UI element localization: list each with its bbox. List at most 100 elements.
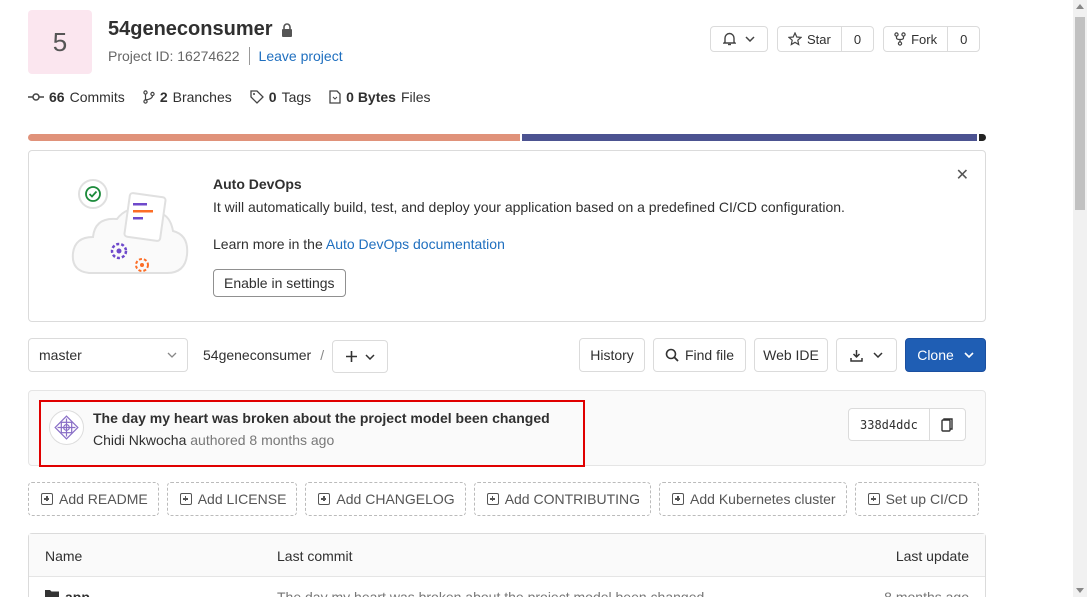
language-segment-1 [28, 134, 520, 141]
files-stat[interactable]: 0 Bytes Files [329, 89, 431, 105]
add-contributing-button[interactable]: Add CONTRIBUTING [473, 482, 652, 516]
commit-icon [28, 93, 44, 101]
lock-icon [281, 22, 292, 37]
fork-label: Fork [911, 31, 938, 47]
meta-divider [248, 47, 250, 65]
setup-cicd-button[interactable]: Set up CI/CD [854, 482, 980, 516]
web-ide-label: Web IDE [763, 347, 819, 363]
add-contributing-label: Add CONTRIBUTING [504, 491, 641, 507]
tags-label: Tags [281, 89, 312, 105]
file-last-commit[interactable]: The day my heart was broken about the pr… [277, 589, 704, 597]
add-kubernetes-label: Add Kubernetes cluster [690, 491, 836, 507]
tag-icon [250, 90, 264, 104]
notification-dropdown[interactable] [710, 26, 768, 52]
project-avatar-letter: 5 [52, 26, 68, 57]
file-table: Name Last commit Last update app The day… [28, 533, 986, 597]
breadcrumb-project[interactable]: 54geneconsumer [203, 347, 311, 363]
plus-square-icon [486, 493, 499, 505]
fork-button[interactable]: Fork 0 [883, 26, 981, 52]
plus-square-icon [41, 493, 53, 505]
find-file-button[interactable]: Find file [653, 338, 746, 372]
page-scrollbar[interactable] [1073, 0, 1087, 597]
chevron-down-icon [873, 352, 883, 358]
star-label: Star [807, 31, 831, 47]
chevron-down-icon [964, 352, 974, 358]
auto-devops-description: It will automatically build, test, and d… [213, 199, 845, 215]
plus-square-icon [318, 493, 331, 505]
language-segment-3 [979, 134, 986, 141]
setup-cicd-label: Set up CI/CD [885, 491, 969, 507]
scroll-down-arrow-icon[interactable] [1076, 588, 1084, 593]
plus-square-icon [179, 493, 192, 505]
files-size: 0 Bytes [346, 89, 396, 105]
language-bar[interactable] [28, 134, 986, 141]
tags-count: 0 [268, 89, 277, 105]
star-button[interactable]: Star 0 [777, 26, 875, 52]
table-header: Name Last commit Last update [29, 534, 985, 577]
column-last-update: Last update [895, 548, 969, 564]
auto-devops-docs-link[interactable]: Auto DevOps documentation [326, 236, 505, 252]
enable-in-settings-button[interactable]: Enable in settings [213, 269, 346, 297]
scrollbar-thumb[interactable] [1075, 17, 1085, 210]
project-title: 54geneconsumer [108, 18, 293, 41]
auto-devops-title: Auto DevOps [213, 176, 302, 192]
add-changelog-button[interactable]: Add CHANGELOG [305, 482, 466, 516]
column-last-commit: Last commit [277, 548, 353, 564]
breadcrumb: 54geneconsumer / [203, 347, 324, 363]
plus-square-icon [672, 493, 685, 505]
plus-icon [345, 351, 357, 362]
tags-stat[interactable]: 0 Tags [250, 89, 311, 105]
project-stats: 66 Commits 2 Branches 0 Tags 0 Bytes Fil… [28, 89, 431, 105]
fork-icon [894, 32, 906, 46]
clone-label: Clone [917, 347, 954, 363]
branch-icon [143, 90, 155, 104]
project-meta: Project ID: 16274622 Leave project [108, 47, 343, 65]
commits-count: 66 [49, 89, 65, 105]
language-segment-2 [522, 134, 977, 141]
web-ide-button[interactable]: Web IDE [754, 338, 828, 372]
project-id: Project ID: 16274622 [108, 48, 240, 64]
file-name[interactable]: app [65, 589, 90, 597]
fork-count[interactable]: 0 [947, 27, 979, 51]
commits-stat[interactable]: 66 Commits [28, 89, 125, 105]
file-icon [329, 90, 341, 104]
commit-sha[interactable]: 338d4ddc [849, 409, 929, 440]
add-files-bar: Add README Add LICENSE Add CHANGELOG Add… [28, 482, 980, 516]
search-icon [665, 348, 679, 362]
files-label: Files [400, 89, 431, 105]
add-kubernetes-button[interactable]: Add Kubernetes cluster [659, 482, 847, 516]
header-actions: Star 0 Fork 0 [710, 26, 981, 52]
add-file-dropdown[interactable] [332, 340, 388, 373]
file-last-update: 8 months ago [884, 589, 969, 597]
close-icon[interactable]: ✕ [956, 165, 969, 185]
bell-icon [723, 32, 736, 46]
project-avatar[interactable]: 5 [28, 10, 92, 74]
history-label: History [590, 347, 634, 363]
star-count[interactable]: 0 [840, 27, 873, 51]
project-name: 54geneconsumer [108, 18, 273, 40]
add-license-label: Add LICENSE [197, 491, 287, 507]
branch-name: master [39, 347, 82, 363]
history-button[interactable]: History [579, 338, 645, 372]
auto-devops-learn-more: Learn more in the Auto DevOps documentat… [213, 236, 505, 252]
chevron-down-icon [167, 352, 177, 358]
add-readme-button[interactable]: Add README [28, 482, 159, 516]
chevron-down-icon [745, 36, 755, 42]
branches-label: Branches [172, 89, 232, 105]
breadcrumb-separator: / [320, 347, 325, 363]
branches-stat[interactable]: 2 Branches [143, 89, 232, 105]
column-name: Name [45, 548, 83, 564]
download-icon [850, 349, 863, 362]
clone-button[interactable]: Clone [905, 338, 986, 372]
find-file-label: Find file [684, 347, 735, 363]
table-row[interactable]: app The day my heart was broken about th… [29, 577, 985, 597]
copy-sha-button[interactable] [928, 409, 965, 440]
add-changelog-label: Add CHANGELOG [336, 491, 455, 507]
leave-project-link[interactable]: Leave project [259, 48, 343, 64]
branch-selector[interactable]: master [28, 338, 188, 372]
download-dropdown[interactable] [836, 338, 897, 372]
scroll-up-arrow-icon[interactable] [1076, 4, 1084, 9]
project-page: 5 54geneconsumer Project ID: 16274622 Le… [0, 0, 1073, 597]
add-license-button[interactable]: Add LICENSE [166, 482, 298, 516]
add-readme-label: Add README [59, 491, 148, 507]
